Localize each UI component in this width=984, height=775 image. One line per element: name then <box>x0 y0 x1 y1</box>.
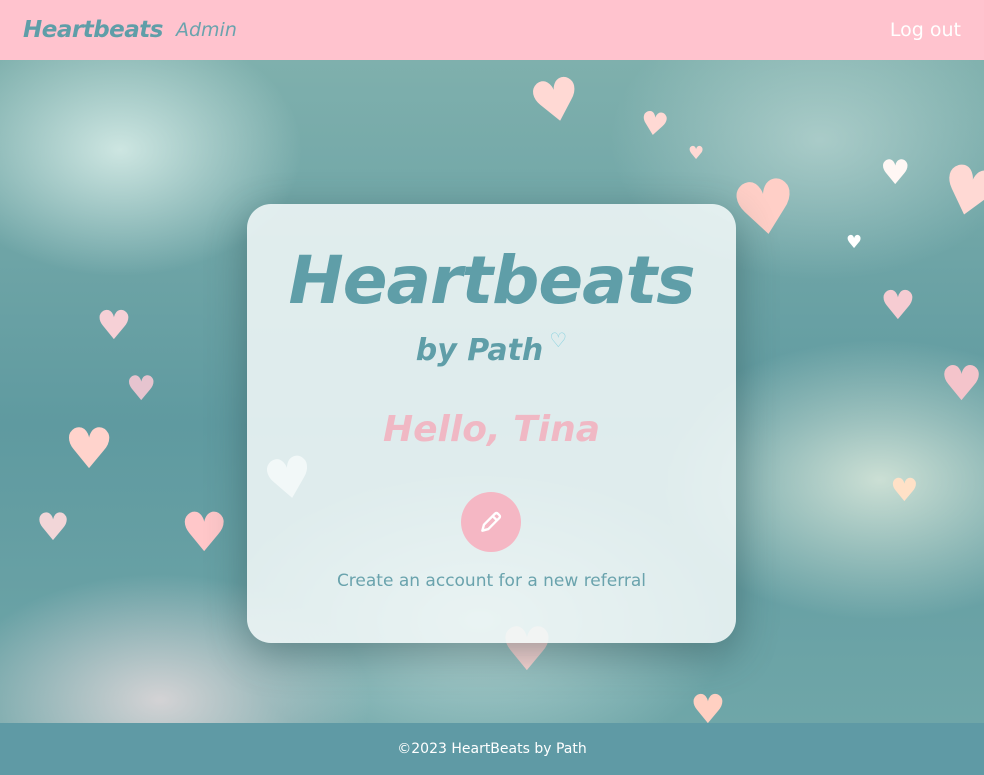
top-navbar: Heartbeats Admin Log out <box>0 0 984 60</box>
heart-decoration: ♥ <box>180 501 229 564</box>
heart-decoration: ♥ <box>880 153 911 193</box>
heart-icon: ♡ <box>549 328 568 352</box>
heart-decoration: ♥ <box>931 148 984 238</box>
heart-decoration: ♥ <box>690 687 726 723</box>
card-subtitle: by Path ♡ <box>247 330 736 368</box>
welcome-card: Heartbeats by Path ♡ Hello, Tina Create a… <box>247 204 736 643</box>
create-referral-button[interactable] <box>461 492 521 552</box>
create-referral-link[interactable]: Create an account for a new referral <box>247 571 736 591</box>
heart-decoration: ♥ <box>96 303 132 349</box>
heart-decoration: ♥ <box>523 62 589 140</box>
brand-logo[interactable]: Heartbeats <box>23 17 163 43</box>
card-subtitle-text: by Path <box>415 333 544 368</box>
heart-decoration: ♥ <box>940 356 984 412</box>
heart-decoration: ♥ <box>890 471 919 509</box>
footer: ©2023 HeartBeats by Path <box>0 723 984 775</box>
footer-copyright: ©2023 HeartBeats by Path <box>397 741 587 757</box>
logout-link[interactable]: Log out <box>890 19 961 41</box>
heart-decoration: ♥ <box>36 505 71 549</box>
heart-decoration: ♥ <box>726 161 805 257</box>
heart-decoration: ♥ <box>64 417 115 482</box>
heart-decoration: ♥ <box>880 283 916 329</box>
card-title: Heartbeats <box>288 242 695 319</box>
admin-section-label[interactable]: Admin <box>176 19 237 41</box>
heart-decoration: ♥ <box>637 103 672 145</box>
pencil-icon <box>481 511 502 532</box>
heart-decoration: ♥ <box>846 232 863 253</box>
greeting-text: Hello, Tina <box>383 409 600 450</box>
heart-decoration: ♥ <box>688 143 705 164</box>
heart-decoration: ♥ <box>126 369 157 409</box>
